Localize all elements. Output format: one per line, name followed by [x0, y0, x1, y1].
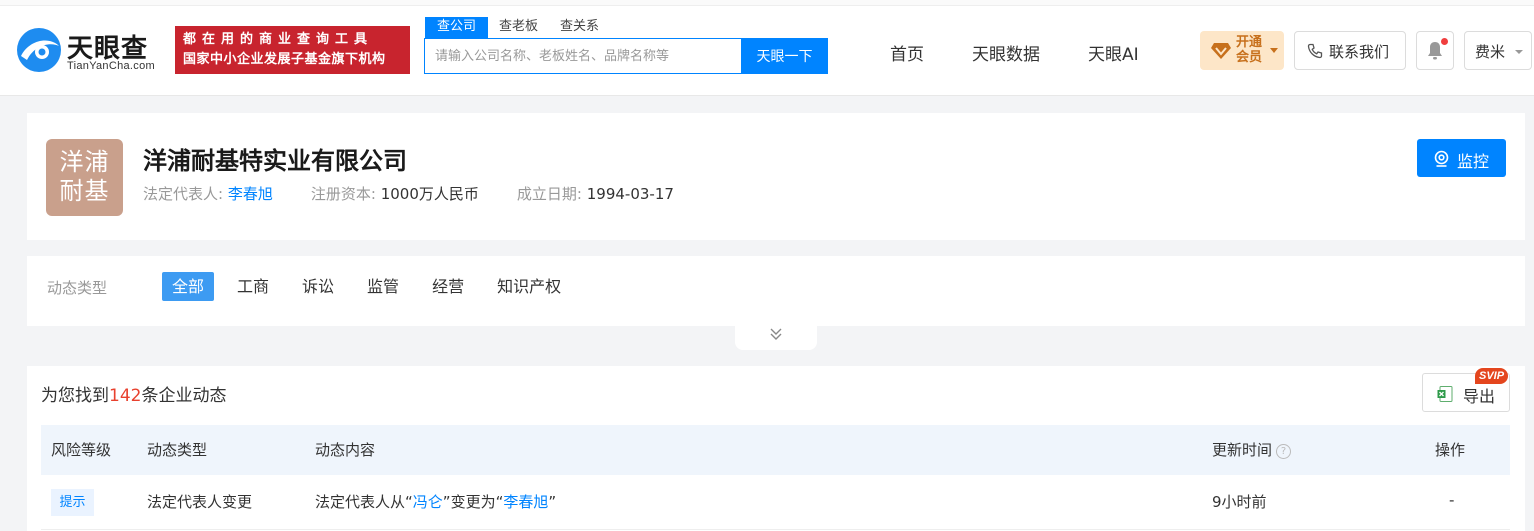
content-post: ”	[548, 493, 557, 511]
nav-item-home[interactable]: 首页	[890, 40, 924, 65]
col-update-time: 更新时间?	[1212, 439, 1292, 460]
search-tabs: 查公司 查老板 查关系	[425, 17, 610, 39]
company-name[interactable]: 洋浦耐基特实业有限公司	[143, 141, 407, 176]
chevron-down-icon	[1270, 48, 1278, 53]
excel-icon	[1437, 386, 1453, 402]
founded-group: 成立日期: 1994-03-17	[517, 183, 674, 204]
filter-label: 动态类型	[47, 279, 108, 297]
unread-dot	[1441, 38, 1448, 45]
search-input[interactable]	[425, 39, 742, 73]
col-event-content: 动态内容	[315, 441, 376, 459]
search-box: 天眼一下	[424, 38, 828, 74]
table-header: 风险等级 动态类型 动态内容 更新时间? 操作	[41, 425, 1510, 475]
user-menu-button[interactable]: 费米	[1464, 31, 1532, 70]
expand-filter-toggle[interactable]	[735, 320, 817, 350]
vip-membership-button[interactable]: 开通 会员	[1200, 31, 1284, 70]
legal-rep-group: 法定代表人: 李春旭	[143, 183, 273, 204]
content-to-link[interactable]: 李春旭	[503, 493, 548, 511]
row-action: -	[1449, 491, 1455, 509]
top-strip	[0, 0, 1534, 6]
results-card: 为您找到142条企业动态 导出 SVIP 风险等级 动态类型 动态内容 更新时间…	[27, 366, 1525, 531]
notification-button[interactable]	[1416, 31, 1454, 70]
slogan-banner: 都在用的商业查询工具 国家中小企业发展子基金旗下机构	[175, 26, 410, 74]
table-row: 提示 法定代表人变更 法定代表人从“冯仑”变更为“李春旭” 9小时前 -	[41, 475, 1510, 530]
monitor-label: 监控	[1457, 152, 1490, 171]
contact-us-button[interactable]: 联系我们	[1294, 31, 1406, 70]
risk-badge: 提示	[51, 489, 94, 516]
update-time: 9小时前	[1212, 493, 1267, 511]
results-summary: 为您找到142条企业动态	[41, 381, 226, 406]
contact-us-label: 联系我们	[1329, 43, 1390, 61]
company-meta: 法定代表人: 李春旭 注册资本: 1000万人民币 成立日期: 1994-03-…	[143, 183, 712, 204]
help-icon[interactable]: ?	[1276, 444, 1292, 459]
event-type: 法定代表人变更	[147, 493, 253, 511]
capital-group: 注册资本: 1000万人民币	[311, 183, 479, 204]
search-button[interactable]: 天眼一下	[741, 38, 828, 74]
user-name: 费米	[1475, 43, 1506, 61]
search-tab-relation[interactable]: 查关系	[549, 17, 610, 39]
capital-value: 1000万人民币	[380, 185, 479, 203]
nav-item-data[interactable]: 天眼数据	[972, 40, 1040, 65]
col-risk-level: 风险等级	[51, 441, 112, 459]
company-logo: 洋浦 耐基	[46, 139, 123, 216]
results-count: 142	[109, 386, 142, 406]
company-logo-line1: 洋浦	[59, 148, 110, 176]
founded-value: 1994-03-17	[586, 185, 674, 203]
legal-rep-label: 法定代表人:	[143, 185, 224, 203]
content-mid: ”变更为“	[442, 493, 504, 511]
search-tab-company[interactable]: 查公司	[425, 17, 489, 39]
vip-label-line1: 开通	[1236, 35, 1263, 50]
chevron-down-icon	[1515, 50, 1523, 54]
event-content: 法定代表人从“冯仑”变更为“李春旭”	[315, 491, 556, 512]
filter-tab-all[interactable]: 全部	[162, 272, 215, 301]
events-table: 风险等级 动态类型 动态内容 更新时间? 操作 提示 法定代表人变更 法定代表人…	[41, 425, 1510, 530]
diamond-icon	[1211, 43, 1231, 59]
results-prefix: 为您找到	[41, 386, 109, 406]
col-action: 操作	[1435, 441, 1466, 459]
bell-icon	[1428, 42, 1442, 60]
filter-tab-litigation[interactable]: 诉讼	[292, 272, 344, 301]
top-header: 天眼查 TianYanCha.com 都在用的商业查询工具 国家中小企业发展子基…	[0, 0, 1534, 96]
logo-subtitle: TianYanCha.com	[67, 60, 155, 72]
slogan-line2: 国家中小企业发展子基金旗下机构	[183, 52, 386, 67]
svip-badge: SVIP	[1475, 368, 1509, 384]
capital-label: 注册资本:	[310, 185, 376, 203]
founded-label: 成立日期:	[516, 185, 582, 203]
col-update-time-label: 更新时间	[1212, 441, 1273, 459]
monitor-button[interactable]: 监控	[1417, 139, 1506, 177]
filter-tab-regulation[interactable]: 监管	[357, 272, 409, 301]
vip-label-line2: 会员	[1236, 50, 1263, 65]
filter-tab-ip[interactable]: 知识产权	[487, 272, 571, 301]
nav-item-ai[interactable]: 天眼AI	[1088, 40, 1139, 65]
content-pre: 法定代表人从“	[315, 493, 413, 511]
filter-tabs: 全部 工商 诉讼 监管 经营 知识产权	[162, 272, 584, 301]
company-logo-line2: 耐基	[59, 177, 110, 205]
slogan-line1: 都在用的商业查询工具	[183, 32, 374, 47]
chevron-double-down-icon	[770, 328, 782, 340]
vip-label: 开通 会员	[1236, 35, 1266, 65]
legal-rep-link[interactable]: 李春旭	[228, 185, 273, 203]
company-card: 洋浦 耐基 洋浦耐基特实业有限公司 法定代表人: 李春旭 注册资本: 1000万…	[27, 113, 1525, 240]
content-from-link[interactable]: 冯仑	[413, 493, 443, 511]
results-suffix: 条企业动态	[141, 386, 227, 406]
export-label: 导出	[1463, 387, 1496, 406]
site-logo[interactable]: 天眼查 TianYanCha.com	[15, 26, 165, 76]
main-nav: 首页 天眼数据 天眼AI	[890, 40, 1187, 65]
logo-eye-icon	[17, 28, 61, 72]
col-event-type: 动态类型	[147, 441, 208, 459]
filter-tab-business[interactable]: 工商	[227, 272, 279, 301]
search-tab-boss[interactable]: 查老板	[488, 17, 549, 39]
monitor-icon	[1434, 150, 1449, 167]
phone-icon	[1307, 43, 1323, 59]
filter-card: 动态类型 全部 工商 诉讼 监管 经营 知识产权	[27, 256, 1525, 326]
filter-tab-operation[interactable]: 经营	[422, 272, 474, 301]
